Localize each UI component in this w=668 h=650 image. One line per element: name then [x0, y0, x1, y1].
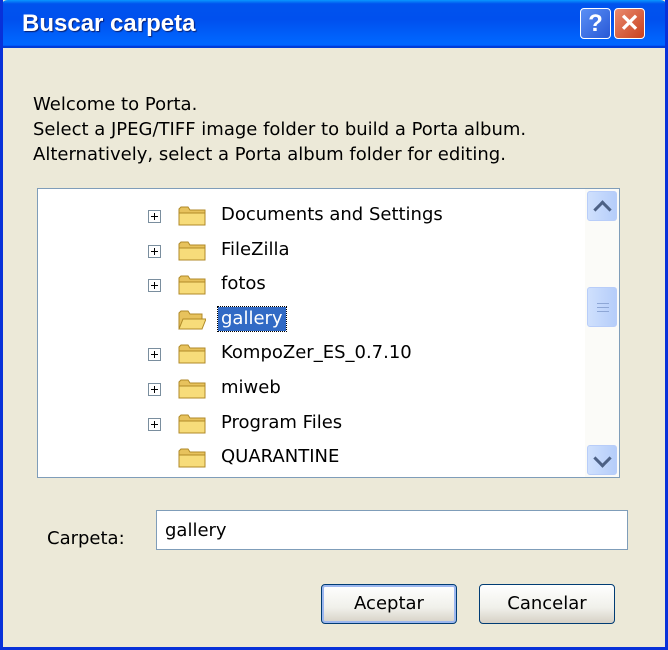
- folder-tree[interactable]: Documents and Settings FileZilla fotos gall…: [37, 188, 620, 478]
- tree-item-label: miweb: [221, 377, 281, 398]
- folder-icon: [178, 447, 206, 469]
- vertical-scrollbar[interactable]: [585, 189, 619, 477]
- folder-icon: [178, 240, 206, 262]
- ok-button[interactable]: Aceptar: [321, 584, 457, 624]
- expand-plus-icon[interactable]: [148, 210, 161, 223]
- folder-open-icon: [178, 309, 207, 331]
- tree-item-label: QUARANTINE: [221, 446, 340, 468]
- folder-icon: [178, 205, 206, 227]
- tree-item[interactable]: QUARANTINE: [38, 441, 578, 475]
- expand-plus-icon[interactable]: [148, 383, 161, 396]
- tree-item-label: Program Files: [221, 411, 343, 433]
- expand-plus-icon[interactable]: [148, 417, 161, 431]
- tree-item[interactable]: miweb: [38, 372, 578, 406]
- dialog-window: Buscar carpeta ? ✕ Welcome to Porta. Sel…: [0, 0, 668, 650]
- expand-plus-icon[interactable]: [148, 348, 161, 362]
- tree-item-label: Documents and Settings: [221, 204, 443, 225]
- instruction-line: Select a JPEG/TIFF image folder to build…: [33, 119, 527, 140]
- chevron-up-icon: [593, 200, 612, 219]
- tree-item[interactable]: FileZilla: [38, 234, 578, 268]
- folder-input[interactable]: [156, 510, 628, 550]
- tree-item[interactable]: fotos: [38, 268, 578, 302]
- instruction-line: Welcome to Porta.: [33, 94, 198, 115]
- tree-item[interactable]: gallery: [38, 303, 578, 337]
- tree-item[interactable]: Documents and Settings: [38, 199, 578, 233]
- title-bar[interactable]: Buscar carpeta ? ✕: [3, 0, 665, 48]
- tree-item[interactable]: KompoZer_ES_0.7.10: [38, 337, 578, 371]
- folder-icon: [178, 378, 206, 400]
- tree-item-label: gallery: [217, 305, 287, 332]
- expand-plus-icon[interactable]: [148, 279, 161, 293]
- folder-icon: [178, 274, 206, 296]
- close-button[interactable]: ✕: [614, 8, 645, 39]
- folder-icon: [178, 343, 206, 365]
- tree-item[interactable]: Program Files: [38, 407, 578, 441]
- tree-item-label: KompoZer_ES_0.7.10: [221, 342, 412, 364]
- expand-plus-icon[interactable]: [148, 244, 161, 258]
- folder-icon: [178, 413, 206, 435]
- tree-item-label: FileZilla: [221, 238, 290, 260]
- folder-label: Carpeta:: [47, 528, 125, 549]
- scroll-thumb[interactable]: [587, 287, 617, 327]
- scroll-up-button[interactable]: [587, 191, 617, 221]
- tree-item-label: fotos: [221, 273, 266, 295]
- help-button[interactable]: ?: [580, 8, 611, 39]
- cancel-button[interactable]: Cancelar: [479, 584, 615, 624]
- window-title: Buscar carpeta: [22, 10, 196, 37]
- instruction-line: Alternatively, select a Porta album fold…: [33, 144, 506, 165]
- chevron-down-icon: [593, 449, 612, 468]
- scroll-down-button[interactable]: [587, 445, 617, 475]
- instructions: Welcome to Porta. Select a JPEG/TIFF ima…: [33, 92, 526, 167]
